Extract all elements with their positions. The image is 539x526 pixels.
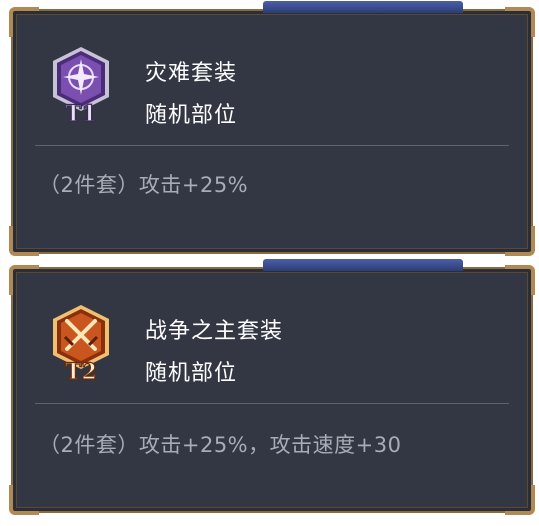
equipment-set-tooltip-1: T1 灾难套装 随机部位 （2件套）攻击+25% xyxy=(9,1,535,256)
set-effect: （2件套）攻击+25%，攻击速度+30 xyxy=(39,433,402,457)
set-name: 灾难套装 xyxy=(145,61,238,86)
set-effect: （2件套）攻击+25% xyxy=(39,173,249,197)
top-tab-strip xyxy=(263,259,463,271)
ornament-corner xyxy=(9,265,39,295)
ornament-corner xyxy=(9,226,39,256)
tier-label: T1 xyxy=(65,101,97,125)
tier-label: T2 xyxy=(65,359,97,383)
slot-text: 随机部位 xyxy=(145,103,238,128)
ornament-corner xyxy=(9,485,39,515)
purple-star-emblem-icon: T1 xyxy=(53,47,109,125)
ornament-corner xyxy=(505,7,535,37)
top-tab-strip xyxy=(263,1,463,13)
slot-text: 随机部位 xyxy=(145,361,238,386)
ornament-corner xyxy=(505,485,535,515)
equipment-set-tooltip-2: T2 战争之主套装 随机部位 （2件套）攻击+25%，攻击速度+30 xyxy=(9,259,535,515)
ornament-corner xyxy=(9,7,39,37)
divider xyxy=(35,403,509,404)
ornament-corner xyxy=(505,265,535,295)
crossed-swords-emblem-icon: T2 xyxy=(53,305,109,383)
divider xyxy=(35,145,509,146)
ornament-corner xyxy=(505,226,535,256)
set-name: 战争之主套装 xyxy=(145,319,284,344)
